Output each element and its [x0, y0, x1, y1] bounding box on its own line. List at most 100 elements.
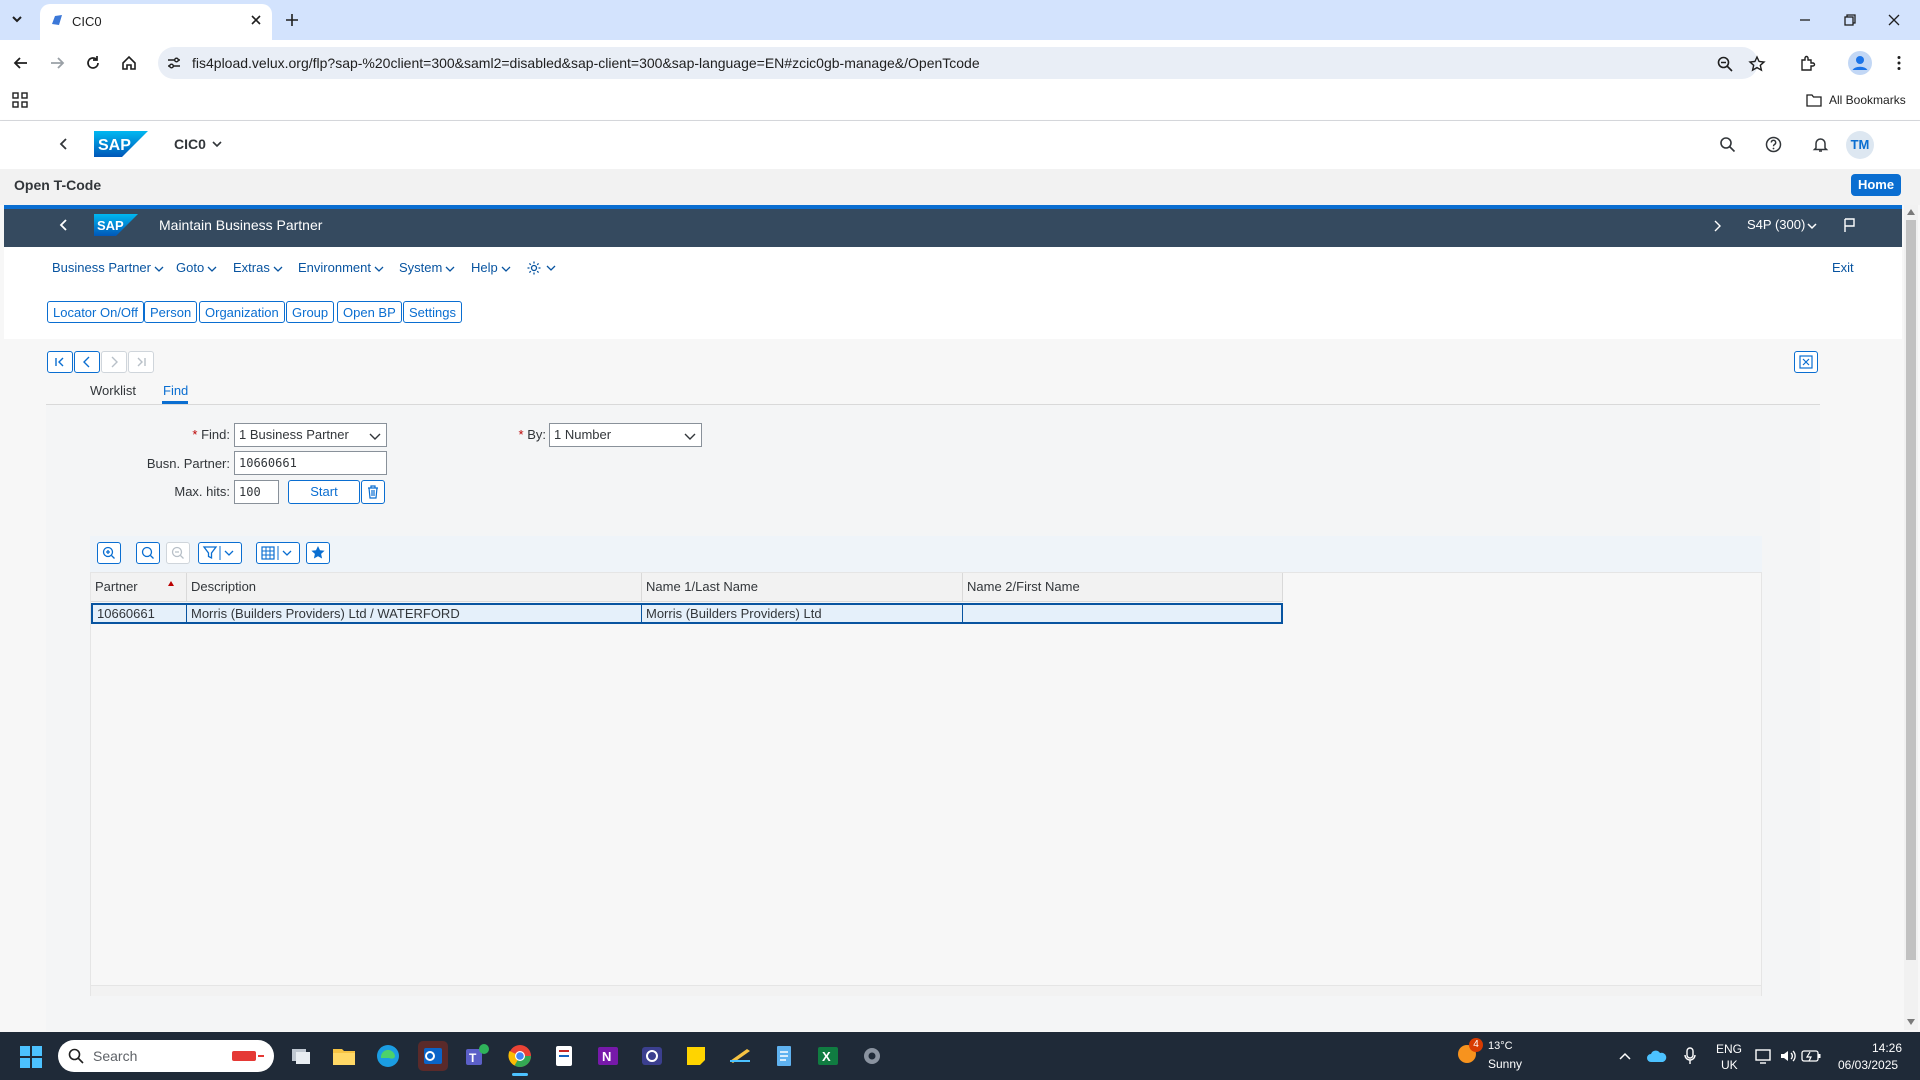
menu-goto[interactable]: Goto — [176, 260, 217, 275]
battery-icon[interactable] — [1801, 1049, 1821, 1063]
tab-close-icon[interactable] — [248, 12, 264, 28]
reload-icon[interactable] — [84, 54, 102, 72]
by-dropdown[interactable]: 1 Number — [549, 423, 702, 447]
system-selector[interactable]: S4P (300) — [1747, 217, 1805, 232]
profile-icon[interactable] — [1848, 51, 1872, 75]
back-icon[interactable] — [12, 54, 30, 72]
delete-search-button[interactable] — [361, 480, 385, 504]
tab-worklist[interactable]: Worklist — [90, 383, 136, 398]
teams-icon[interactable]: T — [463, 1043, 489, 1069]
restore-icon[interactable] — [1842, 12, 1858, 28]
browser-menu-icon[interactable] — [1890, 54, 1908, 72]
shell-help-icon[interactable] — [1765, 136, 1782, 153]
max-hits-input[interactable]: 100 — [234, 480, 279, 504]
new-tab-icon[interactable] — [283, 11, 301, 29]
app-title-chevron-icon[interactable] — [211, 138, 223, 150]
column-header-name2[interactable]: Name 2/First Name — [963, 573, 1283, 601]
close-locator-button[interactable] — [1794, 351, 1818, 373]
details-button[interactable] — [97, 542, 121, 564]
menu-help[interactable]: Help — [471, 260, 511, 275]
cell-name2[interactable] — [963, 603, 1281, 624]
shell-app-title[interactable]: CIC0 — [174, 136, 206, 152]
apps-grid-icon[interactable] — [12, 92, 28, 108]
minimize-icon[interactable] — [1797, 12, 1813, 28]
column-header-partner[interactable]: Partner — [91, 573, 187, 601]
network-icon[interactable] — [1755, 1048, 1773, 1064]
excel-icon[interactable]: X — [815, 1043, 841, 1069]
menu-business-partner[interactable]: Business Partner — [52, 260, 164, 275]
forward-icon[interactable] — [48, 54, 66, 72]
exit-link[interactable]: Exit — [1832, 260, 1854, 275]
tab-search-button[interactable] — [8, 10, 26, 28]
last-page-button[interactable] — [128, 351, 154, 373]
start-button[interactable]: Start — [288, 480, 360, 504]
gui-back-icon[interactable] — [56, 217, 72, 233]
notepad-icon[interactable] — [771, 1043, 797, 1069]
onenote-icon[interactable]: N — [595, 1043, 621, 1069]
gui-forward-chevron-icon[interactable] — [1710, 219, 1724, 233]
zoom-icon[interactable] — [1716, 55, 1734, 73]
locator-toggle-button[interactable]: Locator On/Off — [47, 301, 145, 323]
organization-button[interactable]: Organization — [199, 301, 285, 323]
tab-find[interactable]: Find — [163, 383, 188, 398]
volume-icon[interactable] — [1779, 1048, 1797, 1064]
favorites-button[interactable] — [306, 542, 330, 564]
cell-description[interactable]: Morris (Builders Providers) Ltd / WATERF… — [187, 603, 642, 624]
settings-app-icon[interactable] — [859, 1043, 885, 1069]
home-icon[interactable] — [120, 54, 138, 72]
shell-notifications-icon[interactable] — [1812, 136, 1829, 153]
windows-start-icon[interactable] — [20, 1046, 42, 1068]
shell-back-icon[interactable] — [56, 136, 72, 152]
onedrive-icon[interactable] — [1647, 1050, 1667, 1062]
sticky-notes-icon[interactable] — [683, 1043, 709, 1069]
system-chevron-icon[interactable] — [1806, 220, 1818, 232]
clock-date[interactable]: 06/03/2025 — [1838, 1058, 1898, 1072]
gui-flag-icon[interactable] — [1842, 217, 1858, 233]
scroll-down-arrow[interactable] — [1906, 1018, 1916, 1026]
outlook-icon[interactable] — [418, 1041, 448, 1071]
settings-button[interactable]: Settings — [403, 301, 462, 323]
find-next-button[interactable] — [166, 542, 190, 564]
extensions-icon[interactable] — [1799, 54, 1817, 72]
language-indicator-bottom[interactable]: UK — [1721, 1058, 1738, 1072]
user-avatar[interactable]: TM — [1846, 131, 1874, 159]
window-close-icon[interactable] — [1886, 12, 1902, 28]
chrome-icon[interactable] — [507, 1043, 533, 1069]
column-header-name1[interactable]: Name 1/Last Name — [642, 573, 963, 601]
app-icon-6[interactable] — [551, 1043, 577, 1069]
app-icon-10[interactable] — [727, 1043, 753, 1069]
find-in-grid-button[interactable] — [136, 542, 160, 564]
cell-name1[interactable]: Morris (Builders Providers) Ltd — [642, 603, 963, 624]
bookmark-star-icon[interactable] — [1748, 55, 1766, 73]
previous-page-button[interactable] — [74, 351, 100, 373]
group-button[interactable]: Group — [286, 301, 335, 323]
edge-browser-icon[interactable] — [375, 1043, 401, 1069]
scrollbar-thumb[interactable] — [1906, 220, 1916, 960]
menu-environment[interactable]: Environment — [298, 260, 384, 275]
cell-partner[interactable]: 10660661 — [93, 603, 187, 624]
sap-logo[interactable]: SAP — [94, 131, 148, 157]
menu-extras[interactable]: Extras — [233, 260, 283, 275]
first-page-button[interactable] — [47, 351, 73, 373]
file-explorer-icon[interactable] — [331, 1043, 357, 1069]
microphone-icon[interactable] — [1683, 1047, 1697, 1065]
task-view-icon[interactable] — [288, 1043, 314, 1069]
column-header-description[interactable]: Description — [187, 573, 642, 601]
all-bookmarks-link[interactable]: All Bookmarks — [1829, 93, 1906, 107]
language-indicator-top[interactable]: ENG — [1716, 1042, 1742, 1056]
find-dropdown[interactable]: 1 Business Partner — [234, 423, 387, 447]
menu-system[interactable]: System — [399, 260, 455, 275]
menu-settings-gear[interactable] — [526, 260, 558, 276]
home-button[interactable]: Home — [1851, 174, 1901, 196]
open-bp-button[interactable]: Open BP — [337, 301, 402, 323]
person-button[interactable]: Person — [144, 301, 198, 323]
busn-partner-input[interactable]: 10660661 — [234, 451, 387, 475]
filter-button[interactable] — [198, 542, 242, 564]
app-icon-8[interactable] — [639, 1043, 665, 1069]
layout-button[interactable] — [256, 542, 300, 564]
clock-time[interactable]: 14:26 — [1872, 1041, 1902, 1055]
next-page-button[interactable] — [101, 351, 127, 373]
scroll-up-arrow[interactable] — [1906, 208, 1916, 216]
tray-overflow-icon[interactable] — [1618, 1049, 1632, 1063]
shell-search-icon[interactable] — [1719, 136, 1736, 153]
